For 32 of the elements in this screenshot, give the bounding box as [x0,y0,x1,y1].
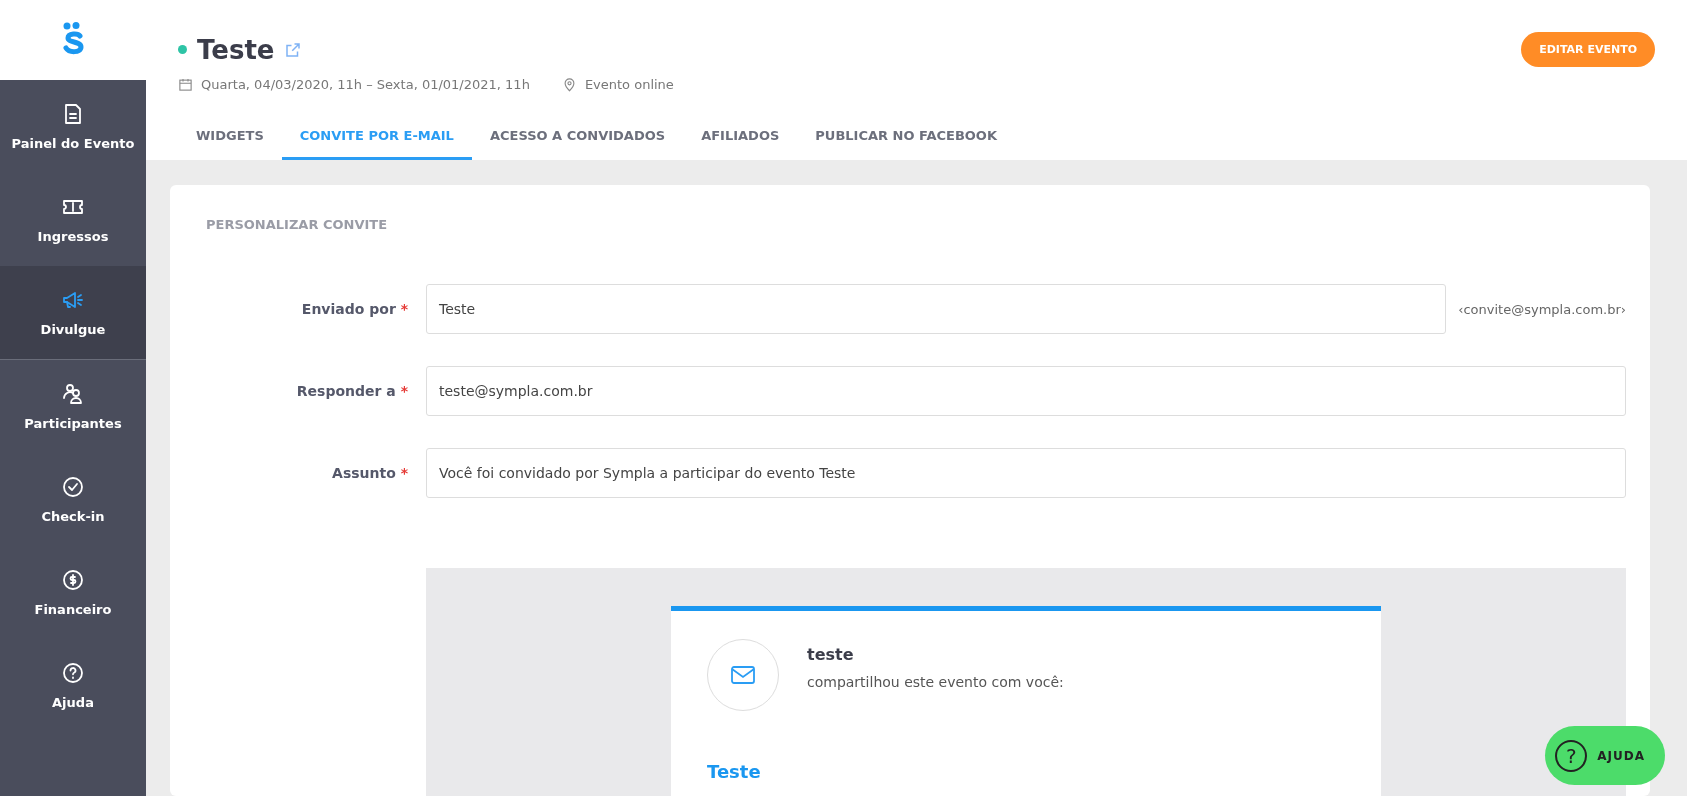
sender-email: ‹convite@sympla.com.br› [1458,301,1626,317]
calendar-icon [178,77,193,92]
share-message: compartilhou este evento com você: [807,674,1064,690]
tab[interactable]: PUBLICAR NO FACEBOOK [797,114,1015,160]
sidebar-item[interactable]: Painel do Evento [0,80,146,173]
input-field[interactable]: teste@sympla.com.br [426,366,1626,416]
event-title: Teste [197,34,275,65]
sidebar-item[interactable]: Divulgue [0,266,146,360]
event-dates: Quarta, 04/03/2020, 11h – Sexta, 01/01/2021, 11h [201,77,530,92]
tab[interactable]: WIDGETS [178,114,282,160]
field-label: Responder a * [295,383,409,399]
event-location: Evento online [584,77,674,92]
sidebar-item[interactable]: Check-in [0,453,146,546]
sender-name: teste [807,645,855,664]
sidebar-item[interactable]: Financeiro [0,546,146,639]
check-circle-icon [61,475,85,499]
section-title: PERSONALIZAR CONVITE [206,217,389,232]
sidebar-item[interactable]: Ajuda [0,639,146,732]
sidebar-item[interactable]: Ingressos [0,173,146,266]
people-icon [61,382,85,406]
external-link-icon[interactable] [284,40,303,59]
input-field[interactable]: Teste [426,284,1447,334]
tab[interactable]: AFILIADOS [683,114,798,160]
input-field[interactable]: Você foi convidado por Sympla a participar do evento Teste [426,448,1626,498]
tab[interactable]: ACESSO A CONVIDADOS [471,114,684,160]
dollar-circle-icon [61,568,85,592]
field-label: Enviado por * [300,301,409,317]
help-icon [61,661,85,685]
preview-event-title: Teste [707,761,762,782]
help-button[interactable]: ? AJUDA [1545,726,1665,785]
sidebar-item[interactable]: Participantes [0,360,146,453]
field-label: Assunto * [331,465,409,481]
